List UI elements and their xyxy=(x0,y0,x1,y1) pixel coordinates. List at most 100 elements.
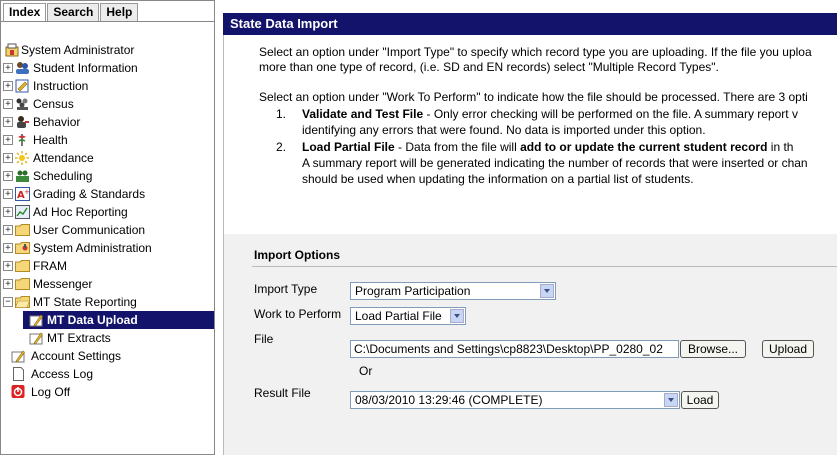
nav-item-system-administrator[interactable]: System Administrator xyxy=(1,41,214,59)
nav-item-label: System Administrator xyxy=(21,43,135,57)
nav-item-instruction[interactable]: + Instruction xyxy=(1,77,214,95)
nav-item-ad-hoc-reporting[interactable]: + Ad Hoc Reporting xyxy=(1,203,214,221)
reporting-icon xyxy=(15,205,30,219)
folder-icon xyxy=(15,259,30,273)
nav-item-census[interactable]: + Census xyxy=(1,95,214,113)
expand-icon[interactable]: + xyxy=(3,243,13,253)
option-description: - Only error checking will be performed … xyxy=(423,107,798,121)
chevron-down-icon[interactable] xyxy=(664,393,678,407)
nav-item-user-communication[interactable]: + User Communication xyxy=(1,221,214,239)
import-type-value: Program Participation xyxy=(355,284,471,298)
nav-item-mt-extracts[interactable]: MT Extracts xyxy=(23,329,214,347)
expand-icon[interactable]: + xyxy=(3,189,13,199)
expand-icon[interactable]: + xyxy=(3,99,13,109)
intro-text-line-2: more than one type of record, (i.e. SD a… xyxy=(259,60,719,74)
grading-icon: A + xyxy=(15,187,30,201)
page-title: State Data Import xyxy=(223,13,837,35)
svg-text:+: + xyxy=(24,188,30,196)
work-to-perform-label: Work to Perform xyxy=(254,307,342,321)
collapse-icon[interactable]: − xyxy=(3,297,13,307)
option-description-end: in th xyxy=(767,140,794,154)
nav-item-label: Account Settings xyxy=(31,349,122,363)
result-file-select[interactable]: 08/03/2010 13:29:46 (COMPLETE) xyxy=(350,391,680,409)
instructions-panel: Select an option under "Import Type" to … xyxy=(223,35,837,257)
expand-icon[interactable]: + xyxy=(3,279,13,289)
option-description-line-2: identifying any errors that were found. … xyxy=(302,123,706,137)
nav-item-label: Grading & Standards xyxy=(33,187,146,201)
option-description-line-3: should be used when updating the informa… xyxy=(302,172,694,186)
import-type-select[interactable]: Program Participation xyxy=(350,282,556,300)
students-icon xyxy=(15,61,30,75)
nav-item-mt-state-reporting[interactable]: − MT State Reporting xyxy=(1,293,214,311)
nav-item-label: FRAM xyxy=(33,259,67,273)
import-options-panel: Import Options Import Type Program Parti… xyxy=(223,234,837,455)
tool-icon xyxy=(29,331,44,345)
instruction-icon xyxy=(15,79,30,93)
nav-item-health[interactable]: + Health xyxy=(1,131,214,149)
expand-icon[interactable]: + xyxy=(3,225,13,235)
file-label: File xyxy=(254,332,274,346)
option-description-line-2: A summary report will be generated indic… xyxy=(302,156,808,170)
health-icon xyxy=(15,133,30,147)
nav-item-grading-standards[interactable]: + A + Grading & Standards xyxy=(1,185,214,203)
tab-help[interactable]: Help xyxy=(100,3,139,21)
expand-icon[interactable]: + xyxy=(3,117,13,127)
expand-icon[interactable]: + xyxy=(3,261,13,271)
nav-item-mt-data-upload[interactable]: MT Data Upload xyxy=(23,311,214,329)
tab-index[interactable]: Index xyxy=(3,3,47,21)
nav-item-label: Scheduling xyxy=(33,169,93,183)
folder-icon xyxy=(15,277,30,291)
option-text: Validate and Test File - Only error chec… xyxy=(302,106,798,122)
nav-item-system-administration[interactable]: + System Administration xyxy=(1,239,214,257)
option-title: Validate and Test File xyxy=(302,107,424,121)
expand-icon[interactable]: + xyxy=(3,171,13,181)
file-path-input[interactable]: C:\Documents and Settings\cp8823\Desktop… xyxy=(350,340,679,358)
expand-icon[interactable]: + xyxy=(3,81,13,91)
result-file-value: 08/03/2010 13:29:46 (COMPLETE) xyxy=(355,393,543,407)
nav-item-messenger[interactable]: + Messenger xyxy=(1,275,214,293)
nav-item-label: Student Information xyxy=(33,61,138,75)
upload-button[interactable]: Upload xyxy=(762,340,814,358)
option-description: - Data from the file will xyxy=(394,140,521,154)
main-panel: State Data Import Select an option under… xyxy=(223,13,837,455)
behavior-icon xyxy=(15,115,30,129)
navigation-panel: Index Search Help System Administrator +… xyxy=(0,0,215,455)
tab-search[interactable]: Search xyxy=(47,3,100,21)
folder-open-icon xyxy=(15,295,30,309)
nav-item-label: Health xyxy=(33,133,68,147)
work-to-perform-select[interactable]: Load Partial File xyxy=(350,307,466,325)
option-number: 2. xyxy=(276,140,287,154)
power-icon xyxy=(11,385,26,399)
nav-tree: System Administrator + Student Informati… xyxy=(1,41,214,401)
nav-item-fram[interactable]: + FRAM xyxy=(1,257,214,275)
chevron-down-icon[interactable] xyxy=(450,309,464,323)
intro-text-line-1: Select an option under "Import Type" to … xyxy=(259,45,812,59)
portal-icon xyxy=(5,43,20,57)
nav-item-scheduling[interactable]: + Scheduling xyxy=(1,167,214,185)
nav-item-attendance[interactable]: + Attendance xyxy=(1,149,214,167)
nav-item-label: Census xyxy=(33,97,74,111)
census-icon xyxy=(15,97,30,111)
nav-item-label: Behavior xyxy=(33,115,81,129)
nav-item-label: Ad Hoc Reporting xyxy=(33,205,128,219)
option-number: 1. xyxy=(276,107,287,121)
import-options-heading: Import Options xyxy=(254,248,340,262)
expand-icon[interactable]: + xyxy=(3,63,13,73)
nav-item-log-off[interactable]: Log Off xyxy=(1,383,214,401)
nav-item-account-settings[interactable]: Account Settings xyxy=(1,347,214,365)
expand-icon[interactable]: + xyxy=(3,153,13,163)
nav-item-student-information[interactable]: + Student Information xyxy=(1,59,214,77)
chevron-down-icon[interactable] xyxy=(540,284,554,298)
import-options-divider xyxy=(252,266,837,267)
nav-item-label: System Administration xyxy=(33,241,152,255)
nav-item-label: MT Extracts xyxy=(47,331,111,345)
load-button[interactable]: Load xyxy=(681,391,719,409)
or-label: Or xyxy=(359,364,373,378)
scheduling-icon xyxy=(15,169,30,183)
nav-item-behavior[interactable]: + Behavior xyxy=(1,113,214,131)
nav-item-label: Messenger xyxy=(33,277,93,291)
expand-icon[interactable]: + xyxy=(3,135,13,145)
browse-button[interactable]: Browse... xyxy=(680,340,746,358)
expand-icon[interactable]: + xyxy=(3,207,13,217)
nav-item-access-log[interactable]: Access Log xyxy=(1,365,214,383)
